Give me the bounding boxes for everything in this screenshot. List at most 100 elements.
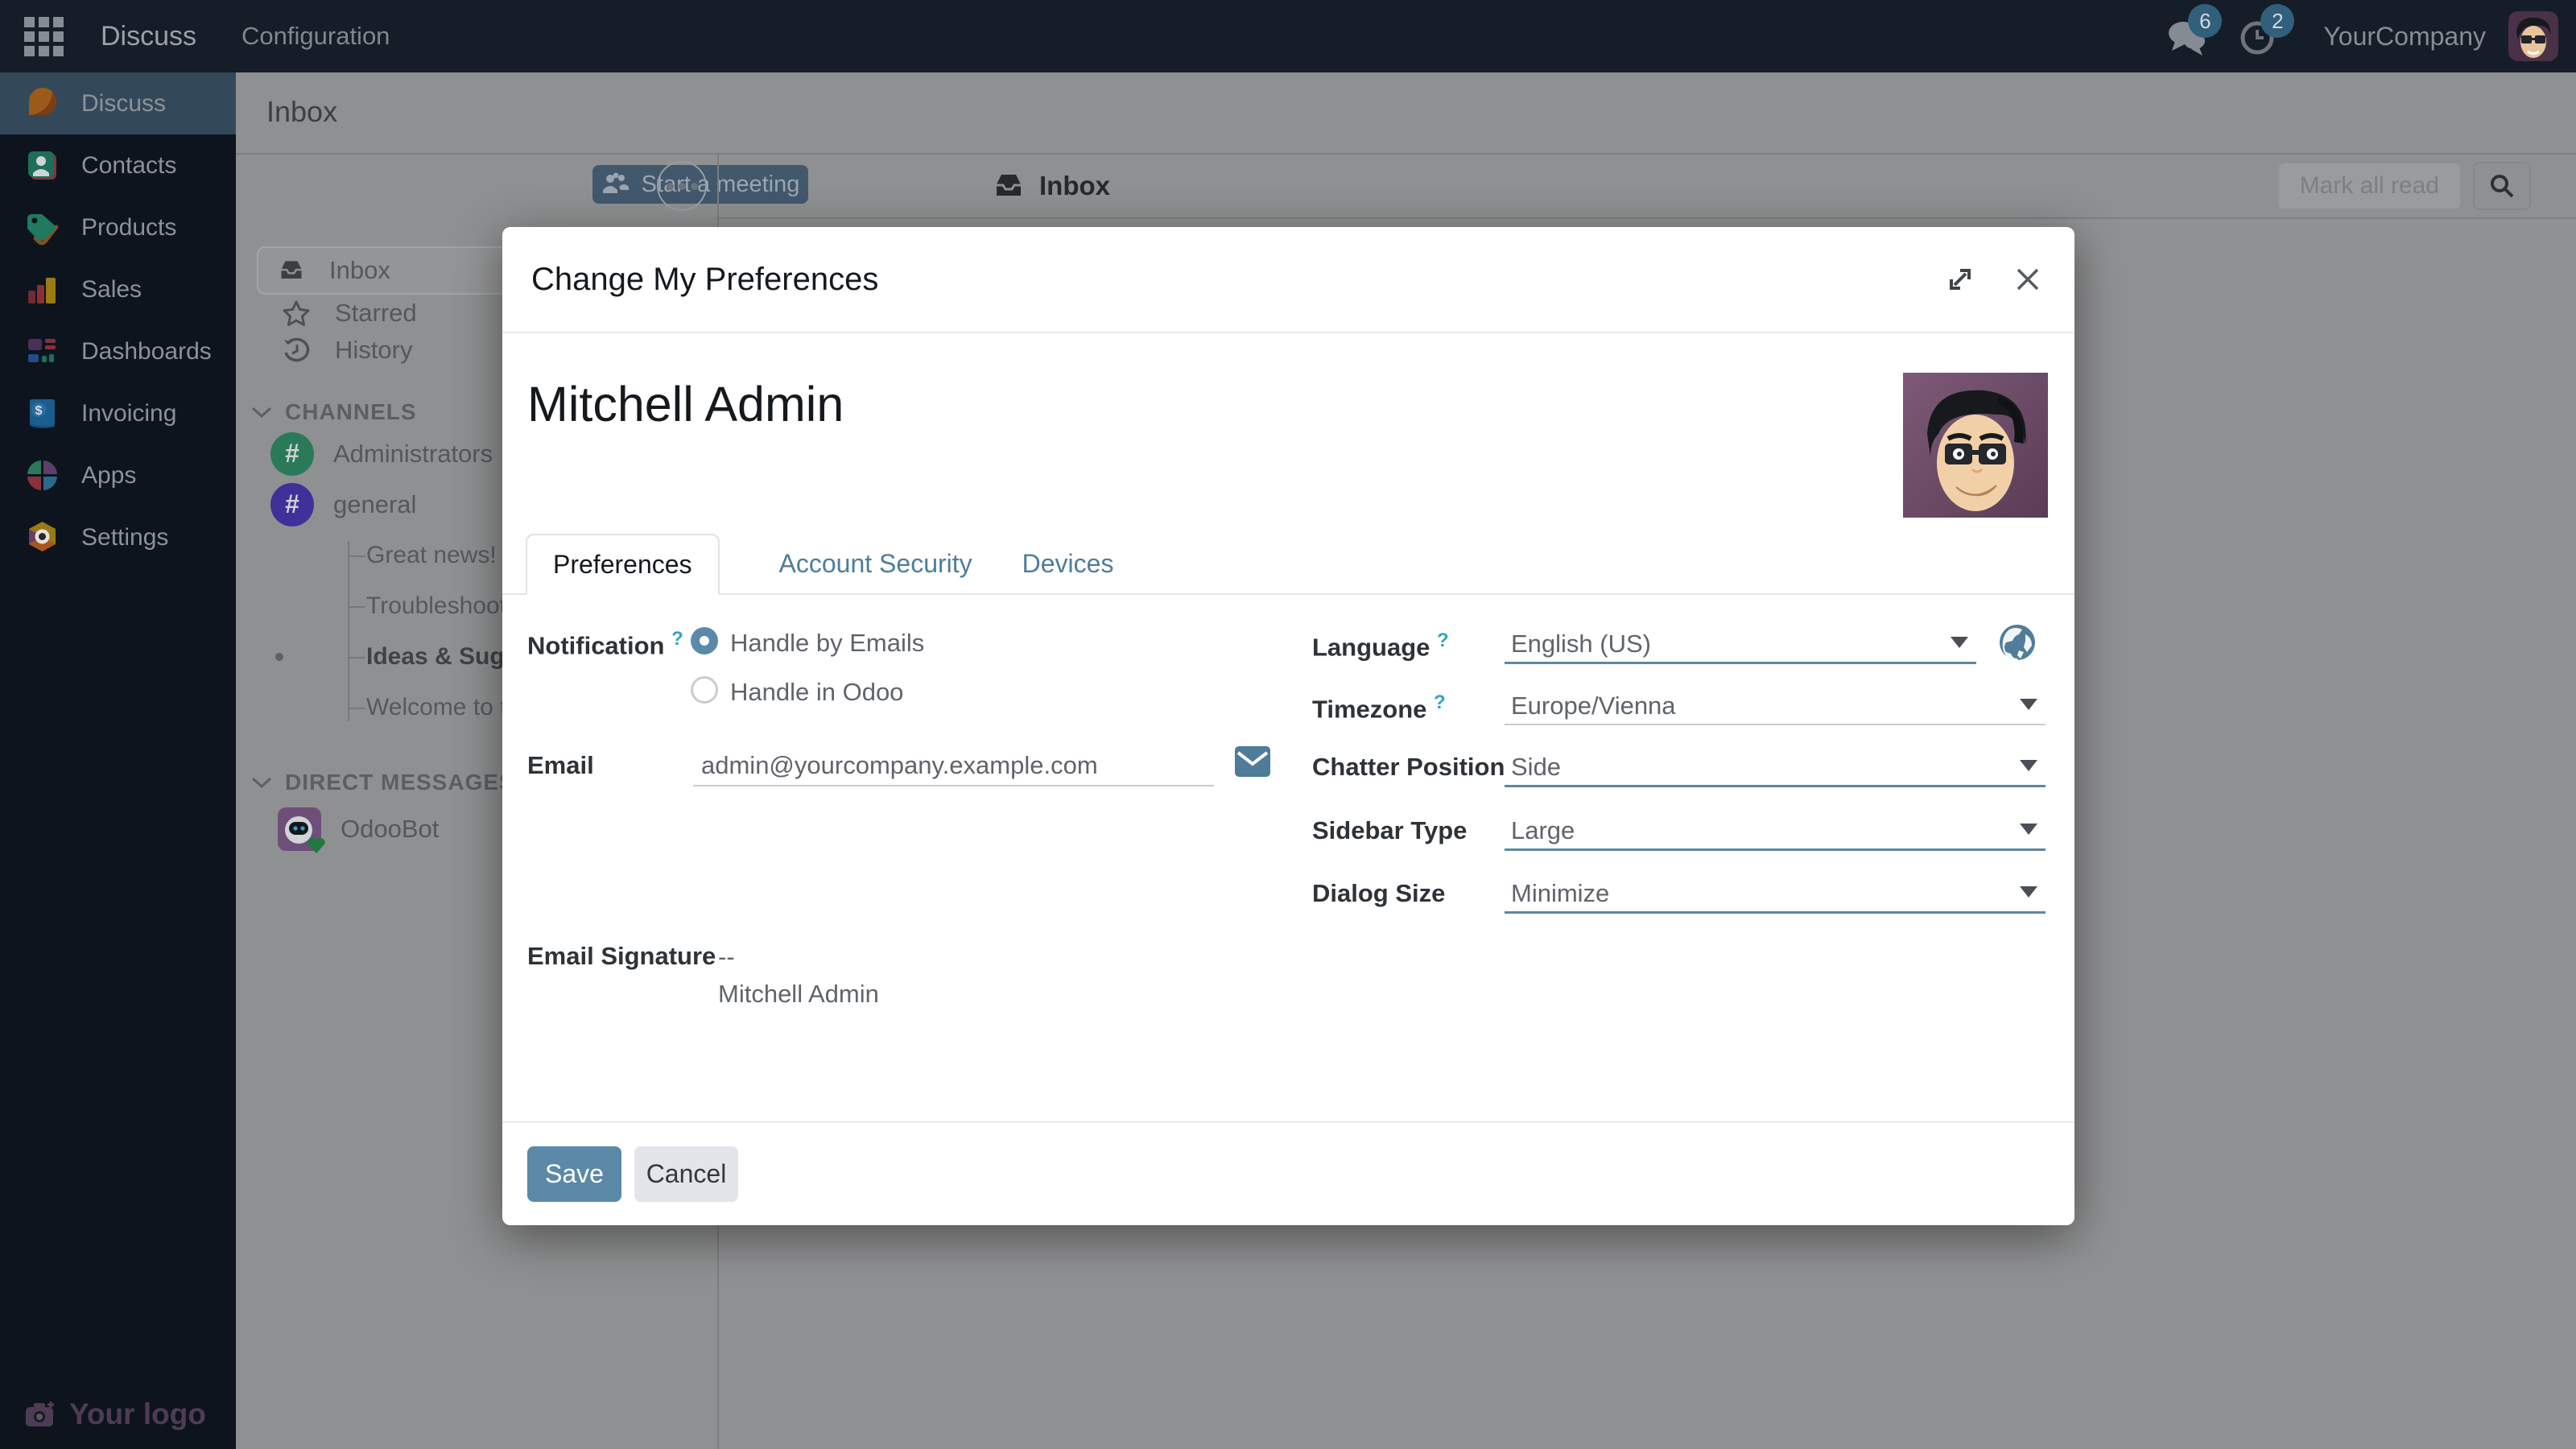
language-caret-icon[interactable] xyxy=(1951,637,1968,648)
chatter-position-label: Chatter Position xyxy=(1312,753,1505,782)
sidebar-item-label: Sales xyxy=(81,276,142,303)
search-icon xyxy=(2489,173,2515,199)
products-app-icon xyxy=(24,209,60,246)
discuss-app-icon xyxy=(24,85,60,122)
breadcrumb[interactable]: Inbox xyxy=(266,95,337,129)
settings-app-icon xyxy=(24,519,60,555)
email-input[interactable]: admin@yourcompany.example.com xyxy=(701,751,1098,780)
language-underline xyxy=(1505,662,1976,664)
sidebar-item-label: Contacts xyxy=(81,152,176,180)
sales-app-icon xyxy=(24,271,60,308)
sidebar-item-dashboards[interactable]: Dashboards xyxy=(0,320,236,382)
radio-handle-in-odoo[interactable] xyxy=(691,676,718,704)
sidebar-type-underline xyxy=(1505,848,2046,851)
radio-label-emails[interactable]: Handle by Emails xyxy=(730,629,924,658)
sidebar-item-label: Apps xyxy=(81,462,136,489)
sidebar-item-settings[interactable]: Settings xyxy=(0,506,236,568)
radio-handle-by-emails[interactable] xyxy=(691,627,718,654)
chevron-down-icon xyxy=(251,776,272,789)
send-email-icon[interactable] xyxy=(1235,746,1270,781)
dashboards-app-icon xyxy=(24,333,60,369)
sidebar-item-label: Dashboards xyxy=(81,338,212,365)
screen: Discuss Configuration 6 2 YourCompany xyxy=(0,0,2576,1449)
star-icon xyxy=(282,299,311,327)
signature-label: Email Signature xyxy=(527,942,716,971)
email-label: Email xyxy=(527,751,594,780)
help-icon[interactable]: ? xyxy=(671,628,683,650)
dialog-footer: Save Cancel xyxy=(502,1121,2074,1225)
search-button[interactable] xyxy=(2473,162,2531,210)
user-name-heading: Mitchell Admin xyxy=(527,376,844,432)
channel-hash-icon: # xyxy=(270,432,314,476)
breadcrumb-bar: Inbox xyxy=(236,72,2576,153)
cancel-button[interactable]: Cancel xyxy=(634,1146,738,1202)
chevron-down-icon xyxy=(251,406,272,419)
odoobot-avatar xyxy=(278,807,321,851)
mailbox-label: Starred xyxy=(335,299,417,328)
status-heart-icon xyxy=(307,836,326,854)
timezone-select[interactable]: Europe/Vienna xyxy=(1511,691,1676,720)
messages-badge: 6 xyxy=(2188,4,2222,38)
activities-icon[interactable]: 2 xyxy=(2236,14,2281,59)
inbox-icon xyxy=(993,171,1025,200)
timezone-label: Timezone ? xyxy=(1312,691,1446,724)
sidebar-type-select[interactable]: Large xyxy=(1511,816,1575,845)
messages-icon[interactable]: 6 xyxy=(2164,14,2209,59)
sidebar-item-label: Discuss xyxy=(81,90,166,118)
sidebar-item-discuss[interactable]: Discuss xyxy=(0,72,236,134)
tab-account-security[interactable]: Account Security xyxy=(779,534,972,593)
save-button[interactable]: Save xyxy=(527,1146,621,1202)
help-icon[interactable]: ? xyxy=(1434,691,1446,713)
panel-header: Start a meeting Inbox Mark all read xyxy=(236,153,2576,219)
sidebar-item-apps[interactable]: Apps xyxy=(0,444,236,506)
language-label: Language ? xyxy=(1312,630,1449,662)
timezone-caret-icon[interactable] xyxy=(2020,699,2037,710)
help-icon[interactable]: ? xyxy=(1437,630,1449,651)
chatter-position-select[interactable]: Side xyxy=(1511,753,1561,782)
sidebar-item-contacts[interactable]: Contacts xyxy=(0,134,236,196)
sidebar-item-invoicing[interactable]: $ Invoicing xyxy=(0,382,236,444)
more-options-button[interactable] xyxy=(657,161,707,211)
sidebar-item-sales[interactable]: Sales xyxy=(0,258,236,320)
top-navbar: Discuss Configuration 6 2 YourCompany xyxy=(0,0,2576,72)
sidebar-item-label: Invoicing xyxy=(81,400,176,427)
dialog-size-caret-icon[interactable] xyxy=(2020,886,2037,898)
dialog-size-underline xyxy=(1505,911,2046,914)
unread-dot xyxy=(275,653,283,661)
contacts-app-icon xyxy=(24,147,60,184)
dialog-size-select[interactable]: Minimize xyxy=(1511,879,1609,908)
globe-icon[interactable] xyxy=(1998,623,2037,666)
expand-button[interactable] xyxy=(1942,262,1978,297)
close-button[interactable] xyxy=(2010,262,2046,297)
apps-menu-icon[interactable] xyxy=(24,17,64,56)
user-avatar[interactable] xyxy=(2508,11,2558,61)
navbar-app-name[interactable]: Discuss xyxy=(101,21,196,52)
language-select[interactable]: English (US) xyxy=(1511,630,1651,658)
history-icon xyxy=(282,336,311,364)
navbar-menu-configuration[interactable]: Configuration xyxy=(242,22,390,51)
dialog-size-label: Dialog Size xyxy=(1312,879,1445,908)
mailbox-label: Inbox xyxy=(329,256,390,285)
notebook-tabs: Preferences Account Security Devices xyxy=(502,534,2074,595)
preferences-dialog: Change My Preferences Mitchell Admin xyxy=(502,227,2074,1225)
signature-editor[interactable]: -- Mitchell Admin xyxy=(718,939,879,1013)
inbox-icon xyxy=(278,258,305,283)
users-icon xyxy=(601,172,630,196)
tab-devices[interactable]: Devices xyxy=(1022,534,1114,593)
apps-app-icon xyxy=(24,457,60,493)
chatter-caret-icon[interactable] xyxy=(2020,760,2037,771)
mark-all-read-button[interactable]: Mark all read xyxy=(2277,162,2462,210)
company-name[interactable]: YourCompany xyxy=(2323,22,2486,52)
activities-badge: 2 xyxy=(2260,4,2294,38)
app-sidebar: Discuss Contacts Products xyxy=(0,72,236,1449)
sidebar-type-caret-icon[interactable] xyxy=(2020,824,2037,835)
timezone-underline xyxy=(1505,724,2046,725)
radio-label-odoo[interactable]: Handle in Odoo xyxy=(730,678,903,707)
channel-label: general xyxy=(333,490,416,519)
profile-avatar[interactable] xyxy=(1903,373,2048,518)
sidebar-item-label: Products xyxy=(81,214,176,242)
camera-icon xyxy=(24,1401,58,1428)
tab-preferences[interactable]: Preferences xyxy=(526,534,720,595)
sidebar-item-products[interactable]: Products xyxy=(0,196,236,258)
dialog-title: Change My Preferences xyxy=(531,262,1910,298)
